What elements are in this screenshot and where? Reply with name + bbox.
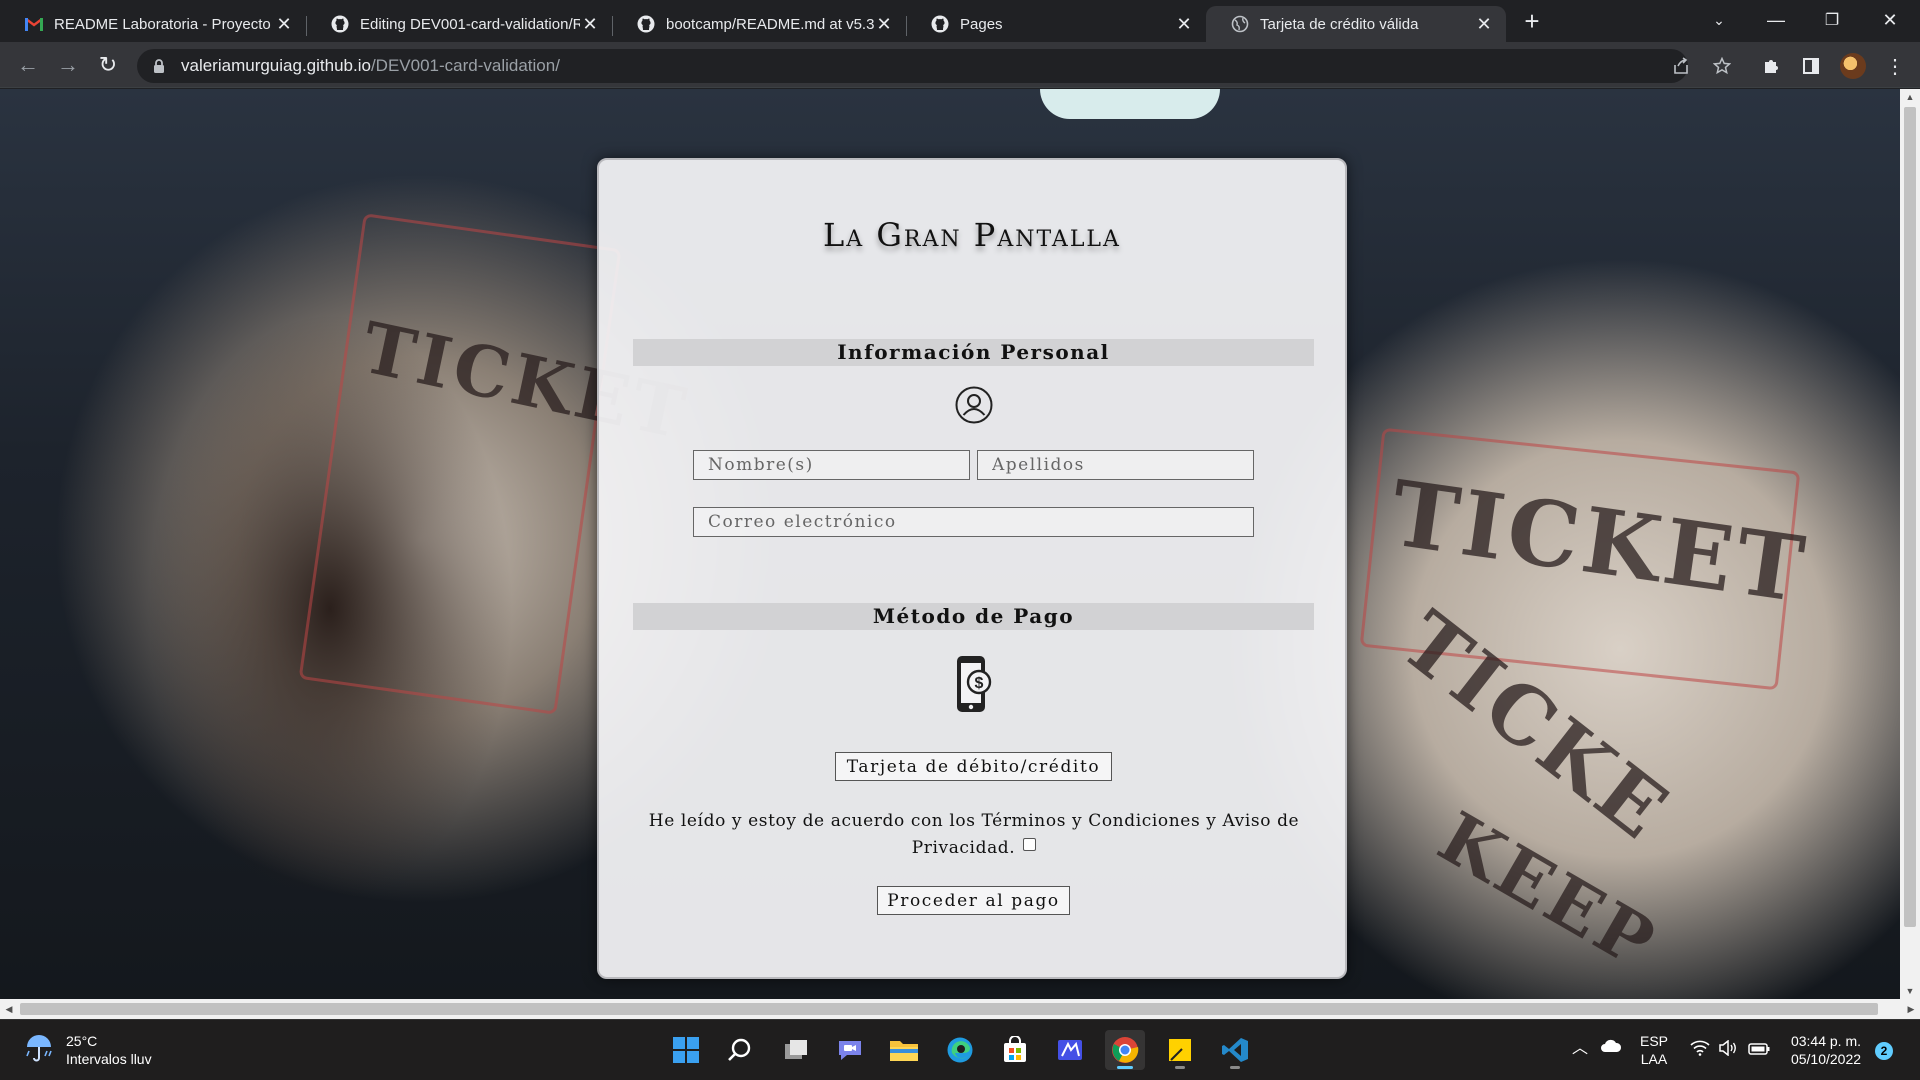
chrome-icon[interactable] bbox=[1105, 1030, 1145, 1070]
wifi-icon[interactable] bbox=[1690, 1040, 1710, 1060]
proceed-to-payment-button[interactable]: Proceder al pago bbox=[877, 886, 1070, 915]
search-icon[interactable] bbox=[720, 1030, 760, 1070]
email-field[interactable] bbox=[693, 507, 1254, 537]
vscode-icon[interactable] bbox=[1215, 1030, 1255, 1070]
github-icon bbox=[930, 14, 950, 34]
user-circle-icon bbox=[954, 385, 994, 425]
github-icon bbox=[330, 14, 350, 34]
browser-toolbar: ← → ↻ valeriamurguiag.github.io/DEV001-c… bbox=[0, 42, 1920, 88]
globe-icon bbox=[1230, 14, 1250, 34]
bookmark-star-icon[interactable] bbox=[1710, 54, 1734, 78]
share-icon[interactable] bbox=[1669, 54, 1693, 78]
personal-info-heading: Información Personal bbox=[633, 339, 1314, 366]
scroll-down-arrow[interactable]: ▼ bbox=[1900, 983, 1920, 999]
close-icon[interactable]: ✕ bbox=[274, 14, 294, 34]
gmail-icon bbox=[24, 14, 44, 34]
tab-title: Tarjeta de crédito válida bbox=[1260, 15, 1419, 33]
running-indicator bbox=[1230, 1066, 1240, 1069]
volume-icon[interactable] bbox=[1718, 1039, 1738, 1060]
terms-text-block: He leído y estoy de acuerdo con los Térm… bbox=[639, 808, 1309, 862]
menu-kebab-icon[interactable]: ⋮ bbox=[1883, 54, 1907, 78]
weather-description: Intervalos lluv bbox=[66, 1051, 152, 1067]
first-name-field[interactable] bbox=[693, 450, 970, 480]
page-background: TICKET TICKET TICKE KEEP La Gran Pantall… bbox=[0, 89, 1900, 999]
horizontal-scrollbar[interactable]: ◀ ▶ bbox=[0, 999, 1920, 1019]
lock-icon bbox=[151, 58, 167, 74]
store-icon[interactable] bbox=[995, 1030, 1035, 1070]
weather-widget[interactable]: 25°C Intervalos lluv bbox=[24, 1032, 152, 1068]
language-bottom: LAA bbox=[1640, 1051, 1668, 1067]
weather-temperature: 25°C bbox=[66, 1033, 98, 1049]
checkout-card: La Gran Pantalla Información Personal Mé… bbox=[597, 158, 1347, 979]
terms-checkbox[interactable] bbox=[1023, 838, 1037, 851]
tab-title: Editing DEV001-card-validation/R bbox=[360, 15, 580, 33]
scroll-right-arrow[interactable]: ▶ bbox=[1902, 999, 1920, 1019]
rain-umbrella-icon bbox=[24, 1033, 54, 1068]
clock[interactable]: 03:44 p. m. 05/10/2022 bbox=[1786, 1032, 1866, 1068]
tab-search-icon[interactable]: ⌄ bbox=[1697, 0, 1741, 40]
lamp-decoration bbox=[1040, 89, 1220, 119]
last-name-field[interactable] bbox=[977, 450, 1254, 480]
new-tab-button[interactable]: + bbox=[1520, 6, 1544, 36]
minimize-button[interactable]: — bbox=[1754, 0, 1798, 40]
active-indicator bbox=[1117, 1066, 1133, 1069]
url-text: valeriamurguiag.github.io/DEV001-card-va… bbox=[181, 56, 560, 76]
address-bar[interactable]: valeriamurguiag.github.io/DEV001-card-va… bbox=[137, 49, 1688, 83]
avatar[interactable] bbox=[1840, 53, 1866, 79]
running-indicator bbox=[1175, 1066, 1185, 1069]
vertical-scrollbar[interactable]: ▲ ▼ bbox=[1900, 89, 1920, 999]
ticket-decoration bbox=[298, 213, 622, 715]
taskbar: 25°C Intervalos lluv ︿ ESP LAA 03:44 p. … bbox=[0, 1019, 1920, 1080]
notification-badge[interactable]: 2 bbox=[1875, 1042, 1893, 1060]
tab-github-edit[interactable]: Editing DEV001-card-validation/R ✕ bbox=[306, 6, 612, 42]
tab-card-validation[interactable]: Tarjeta de crédito válida ✕ bbox=[1206, 6, 1506, 42]
edge-icon[interactable] bbox=[940, 1030, 980, 1070]
payment-method-heading: Método de Pago bbox=[633, 603, 1314, 630]
side-panel-icon[interactable] bbox=[1799, 54, 1823, 78]
extensions-icon[interactable] bbox=[1759, 54, 1783, 78]
tab-title: bootcamp/README.md at v5.3.0 bbox=[666, 15, 874, 33]
terms-text: He leído y estoy de acuerdo con los Térm… bbox=[648, 811, 1300, 858]
back-button[interactable]: ← bbox=[14, 51, 42, 79]
start-icon[interactable] bbox=[666, 1030, 706, 1070]
tab-github-pages[interactable]: Pages ✕ bbox=[906, 6, 1206, 42]
language-indicator[interactable]: ESP LAA bbox=[1640, 1032, 1668, 1068]
file-explorer-icon[interactable] bbox=[884, 1030, 924, 1070]
close-icon[interactable]: ✕ bbox=[1474, 14, 1494, 34]
task-view-icon[interactable] bbox=[776, 1030, 816, 1070]
url-host: valeriamurguiag.github.io bbox=[181, 56, 371, 75]
clock-date: 05/10/2022 bbox=[1790, 1051, 1862, 1067]
close-window-button[interactable]: ✕ bbox=[1868, 0, 1912, 40]
clock-time: 03:44 p. m. bbox=[1790, 1033, 1862, 1049]
scrollbar-thumb[interactable] bbox=[20, 1003, 1878, 1015]
sticky-notes-icon[interactable] bbox=[1160, 1030, 1200, 1070]
onedrive-cloud-icon[interactable] bbox=[1600, 1039, 1622, 1057]
tab-title: README Laboratoria - Proyecto bbox=[54, 15, 271, 33]
close-icon[interactable]: ✕ bbox=[1174, 14, 1194, 34]
close-icon[interactable]: ✕ bbox=[580, 14, 600, 34]
battery-icon[interactable] bbox=[1748, 1041, 1770, 1059]
tab-github-bootcamp[interactable]: bootcamp/README.md at v5.3.0 ✕ bbox=[612, 6, 906, 42]
url-path: /DEV001-card-validation/ bbox=[370, 56, 560, 75]
unknown-app-icon[interactable] bbox=[1050, 1030, 1090, 1070]
close-icon[interactable]: ✕ bbox=[874, 14, 894, 34]
scrollbar-thumb[interactable] bbox=[1904, 107, 1916, 927]
github-icon bbox=[636, 14, 656, 34]
language-top: ESP bbox=[1640, 1033, 1669, 1049]
restore-button[interactable]: ❐ bbox=[1810, 0, 1854, 40]
chat-icon[interactable] bbox=[830, 1030, 870, 1070]
forward-button[interactable]: → bbox=[54, 51, 82, 79]
svg-text:$: $ bbox=[975, 675, 984, 692]
chevron-up-icon[interactable]: ︿ bbox=[1572, 1040, 1588, 1058]
tab-title: Pages bbox=[960, 15, 1003, 33]
debit-credit-card-button[interactable]: Tarjeta de débito/crédito bbox=[835, 752, 1112, 781]
tab-strip: README Laboratoria - Proyecto ✕ Editing … bbox=[0, 0, 1920, 42]
reload-button[interactable]: ↻ bbox=[94, 51, 122, 79]
scroll-left-arrow[interactable]: ◀ bbox=[0, 999, 18, 1019]
scroll-up-arrow[interactable]: ▲ bbox=[1900, 89, 1920, 105]
page-title: La Gran Pantalla bbox=[823, 216, 1121, 254]
phone-dollar-icon: $ bbox=[951, 654, 995, 714]
tab-gmail[interactable]: README Laboratoria - Proyecto ✕ bbox=[0, 6, 306, 42]
